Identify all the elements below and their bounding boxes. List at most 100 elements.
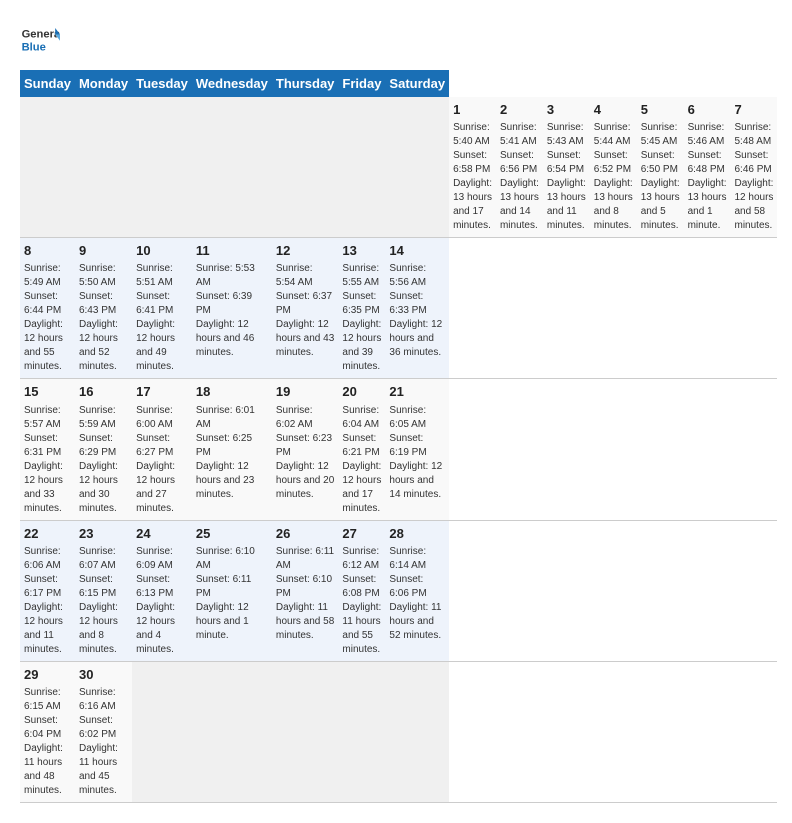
sunset-text: Sunset: 6:27 PM (136, 432, 188, 460)
day-number: 25 (196, 525, 268, 543)
cell-info: Sunrise: 6:07 AMSunset: 6:15 PMDaylight:… (79, 545, 128, 657)
calendar-cell (272, 97, 339, 238)
calendar-cell (20, 97, 75, 238)
cell-info: Sunrise: 5:56 AMSunset: 6:33 PMDaylight:… (389, 262, 445, 360)
sunset-text: Sunset: 6:23 PM (276, 432, 335, 460)
sunset-text: Sunset: 6:15 PM (79, 573, 128, 601)
sunset-text: Sunset: 6:37 PM (276, 290, 335, 318)
calendar-cell: 26 Sunrise: 6:11 AMSunset: 6:10 PMDayligh… (272, 520, 339, 661)
calendar-cell: 29 Sunrise: 6:15 AMSunset: 6:04 PMDayligh… (20, 661, 75, 802)
calendar-week-row: 1Sunrise: 5:40 AMSunset: 6:58 PMDaylight… (20, 97, 777, 238)
daylight-text: Daylight: 12 hours and 23 minutes. (196, 460, 268, 502)
daylight-text: Daylight: 11 hours and 58 minutes. (276, 601, 335, 643)
sunrise-text: Sunrise: 6:16 AM (79, 686, 128, 714)
sunset-text: Sunset: 6:31 PM (24, 432, 71, 460)
sunrise-text: Sunrise: 5:49 AM (24, 262, 71, 290)
cell-info: Sunrise: 5:48 AMSunset: 6:46 PMDaylight:… (735, 121, 774, 233)
sunset-text: Sunset: 6:54 PM (547, 149, 586, 177)
daylight-text: Daylight: 12 hours and 58 minutes. (735, 177, 774, 233)
cell-info: Sunrise: 6:09 AMSunset: 6:13 PMDaylight:… (136, 545, 188, 657)
sunset-text: Sunset: 6:50 PM (641, 149, 680, 177)
calendar-cell: 9 Sunrise: 5:50 AMSunset: 6:43 PMDaylight… (75, 238, 132, 379)
daylight-text: Daylight: 12 hours and 1 minute. (196, 601, 268, 643)
calendar-cell: 11 Sunrise: 5:53 AMSunset: 6:39 PMDayligh… (192, 238, 272, 379)
day-number: 16 (79, 383, 128, 401)
calendar-cell: 3Sunrise: 5:43 AMSunset: 6:54 PMDaylight… (543, 97, 590, 238)
sunset-text: Sunset: 6:02 PM (79, 714, 128, 742)
cell-info: Sunrise: 5:59 AMSunset: 6:29 PMDaylight:… (79, 404, 128, 516)
day-number: 9 (79, 242, 128, 260)
sunset-text: Sunset: 6:43 PM (79, 290, 128, 318)
cell-info: Sunrise: 6:04 AMSunset: 6:21 PMDaylight:… (342, 404, 381, 516)
daylight-text: Daylight: 12 hours and 46 minutes. (196, 318, 268, 360)
sunrise-text: Sunrise: 6:12 AM (342, 545, 381, 573)
day-number: 17 (136, 383, 188, 401)
cell-info: Sunrise: 5:53 AMSunset: 6:39 PMDaylight:… (196, 262, 268, 360)
sunrise-text: Sunrise: 5:50 AM (79, 262, 128, 290)
daylight-text: Daylight: 13 hours and 8 minutes. (594, 177, 633, 233)
day-number: 10 (136, 242, 188, 260)
calendar-week-row: 15Sunrise: 5:57 AMSunset: 6:31 PMDayligh… (20, 379, 777, 520)
day-number: 29 (24, 666, 71, 684)
day-number: 23 (79, 525, 128, 543)
calendar-cell: 18Sunrise: 6:01 AMSunset: 6:25 PMDayligh… (192, 379, 272, 520)
daylight-text: Daylight: 12 hours and 11 minutes. (24, 601, 71, 657)
sunrise-text: Sunrise: 5:40 AM (453, 121, 492, 149)
daylight-text: Daylight: 11 hours and 55 minutes. (342, 601, 381, 657)
sunrise-text: Sunrise: 5:45 AM (641, 121, 680, 149)
calendar-cell (272, 661, 339, 802)
day-of-week-header: Wednesday (192, 70, 272, 97)
sunrise-text: Sunrise: 5:55 AM (342, 262, 381, 290)
cell-info: Sunrise: 6:11 AMSunset: 6:10 PMDaylight:… (276, 545, 335, 643)
day-number: 11 (196, 242, 268, 260)
cell-info: Sunrise: 5:41 AMSunset: 6:56 PMDaylight:… (500, 121, 539, 233)
cell-info: Sunrise: 6:01 AMSunset: 6:25 PMDaylight:… (196, 404, 268, 502)
daylight-text: Daylight: 13 hours and 1 minute. (688, 177, 727, 233)
daylight-text: Daylight: 12 hours and 52 minutes. (79, 318, 128, 374)
cell-info: Sunrise: 5:49 AMSunset: 6:44 PMDaylight:… (24, 262, 71, 374)
cell-info: Sunrise: 6:15 AMSunset: 6:04 PMDaylight:… (24, 686, 71, 798)
sunset-text: Sunset: 6:48 PM (688, 149, 727, 177)
day-of-week-header: Monday (75, 70, 132, 97)
daylight-text: Daylight: 12 hours and 43 minutes. (276, 318, 335, 360)
calendar-cell (385, 97, 449, 238)
daylight-text: Daylight: 12 hours and 39 minutes. (342, 318, 381, 374)
sunrise-text: Sunrise: 6:10 AM (196, 545, 268, 573)
cell-info: Sunrise: 6:12 AMSunset: 6:08 PMDaylight:… (342, 545, 381, 657)
day-number: 5 (641, 101, 680, 119)
sunset-text: Sunset: 6:46 PM (735, 149, 774, 177)
cell-info: Sunrise: 5:55 AMSunset: 6:35 PMDaylight:… (342, 262, 381, 374)
sunset-text: Sunset: 6:08 PM (342, 573, 381, 601)
day-number: 8 (24, 242, 71, 260)
calendar-cell (192, 97, 272, 238)
sunset-text: Sunset: 6:39 PM (196, 290, 268, 318)
cell-info: Sunrise: 6:06 AMSunset: 6:17 PMDaylight:… (24, 545, 71, 657)
calendar-cell: 17Sunrise: 6:00 AMSunset: 6:27 PMDayligh… (132, 379, 192, 520)
calendar-cell (192, 661, 272, 802)
calendar-cell (385, 661, 449, 802)
calendar-cell (75, 97, 132, 238)
calendar-cell: 28Sunrise: 6:14 AMSunset: 6:06 PMDayligh… (385, 520, 449, 661)
day-of-week-header: Tuesday (132, 70, 192, 97)
sunrise-text: Sunrise: 5:54 AM (276, 262, 335, 290)
calendar-cell (132, 97, 192, 238)
sunrise-text: Sunrise: 6:02 AM (276, 404, 335, 432)
daylight-text: Daylight: 12 hours and 27 minutes. (136, 460, 188, 516)
day-number: 26 (276, 525, 335, 543)
daylight-text: Daylight: 11 hours and 48 minutes. (24, 742, 71, 798)
day-number: 15 (24, 383, 71, 401)
calendar-cell: 21Sunrise: 6:05 AMSunset: 6:19 PMDayligh… (385, 379, 449, 520)
daylight-text: Daylight: 12 hours and 20 minutes. (276, 460, 335, 502)
sunrise-text: Sunrise: 5:41 AM (500, 121, 539, 149)
daylight-text: Daylight: 13 hours and 5 minutes. (641, 177, 680, 233)
sunrise-text: Sunrise: 6:05 AM (389, 404, 445, 432)
calendar-cell: 20Sunrise: 6:04 AMSunset: 6:21 PMDayligh… (338, 379, 385, 520)
calendar-week-row: 22Sunrise: 6:06 AMSunset: 6:17 PMDayligh… (20, 520, 777, 661)
calendar-cell: 4Sunrise: 5:44 AMSunset: 6:52 PMDaylight… (590, 97, 637, 238)
daylight-text: Daylight: 13 hours and 14 minutes. (500, 177, 539, 233)
calendar-week-row: 29 Sunrise: 6:15 AMSunset: 6:04 PMDayligh… (20, 661, 777, 802)
sunrise-text: Sunrise: 5:56 AM (389, 262, 445, 290)
calendar-cell: 5 Sunrise: 5:45 AMSunset: 6:50 PMDaylight… (637, 97, 684, 238)
sunset-text: Sunset: 6:33 PM (389, 290, 445, 318)
sunset-text: Sunset: 6:58 PM (453, 149, 492, 177)
